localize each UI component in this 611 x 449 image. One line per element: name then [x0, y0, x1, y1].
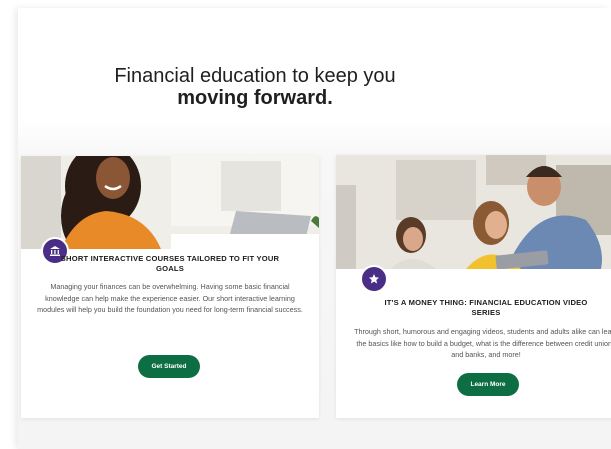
- headline-line-2: moving forward.: [177, 87, 333, 109]
- card-description: Managing your finances can be overwhelmi…: [37, 282, 303, 315]
- learn-more-button[interactable]: Learn More: [457, 373, 519, 396]
- family-tablet-photo: [336, 155, 611, 269]
- headline-line-1: Financial education to keep you: [114, 65, 396, 87]
- card-title: SHORT INTERACTIVE COURSES TAILORED TO FI…: [60, 254, 280, 273]
- section-headline: Financial education to keep you moving f…: [18, 65, 492, 109]
- card-description: Through short, humorous and engaging vid…: [354, 327, 611, 360]
- card-title: IT'S A MONEY THING: FINANCIAL EDUCATION …: [384, 298, 588, 317]
- video-series-card: IT'S A MONEY THING: FINANCIAL EDUCATION …: [336, 155, 611, 418]
- get-started-button[interactable]: Get Started: [138, 355, 200, 378]
- star-icon: [360, 265, 388, 293]
- courses-card: SHORT INTERACTIVE COURSES TAILORED TO FI…: [21, 156, 319, 418]
- woman-laptop-photo: [21, 156, 319, 249]
- page-panel: Financial education to keep you moving f…: [18, 8, 611, 449]
